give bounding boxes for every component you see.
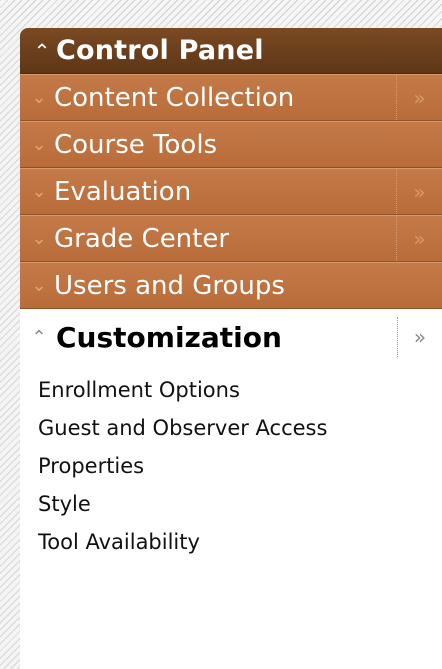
menu-item-label[interactable]: Users and Groups	[50, 271, 396, 301]
double-chevron-right-icon[interactable]: »	[396, 75, 442, 120]
menu-item-label[interactable]: Evaluation	[50, 177, 396, 207]
menu-item-spacer	[396, 122, 442, 167]
top-hatched-strip	[0, 0, 442, 22]
menu-item-users-and-groups[interactable]: ⌄ Users and Groups	[20, 262, 442, 309]
double-chevron-right-icon[interactable]: »	[397, 317, 442, 357]
link-style[interactable]: Style	[38, 485, 442, 523]
link-guest-and-observer-access[interactable]: Guest and Observer Access	[38, 409, 442, 447]
link-tool-availability[interactable]: Tool Availability	[38, 523, 442, 561]
customization-header[interactable]: ⌃ Customization »	[20, 309, 442, 365]
link-properties[interactable]: Properties	[38, 447, 442, 485]
double-chevron-up-icon[interactable]: ⌃	[28, 41, 56, 61]
customization-title[interactable]: Customization	[50, 321, 397, 354]
menu-item-course-tools[interactable]: ⌄ Course Tools	[20, 121, 442, 168]
double-chevron-down-icon[interactable]: ⌄	[28, 181, 50, 202]
customization-links: Enrollment Options Guest and Observer Ac…	[20, 365, 442, 561]
double-chevron-down-icon[interactable]: ⌄	[28, 87, 50, 108]
double-chevron-down-icon[interactable]: ⌄	[28, 134, 50, 155]
menu-item-spacer	[396, 263, 442, 308]
double-chevron-down-icon[interactable]: ⌄	[28, 228, 50, 249]
menu-item-label[interactable]: Course Tools	[50, 130, 396, 160]
double-chevron-right-icon[interactable]: »	[396, 216, 442, 261]
menu-item-evaluation[interactable]: ⌄ Evaluation »	[20, 168, 442, 215]
link-enrollment-options[interactable]: Enrollment Options	[38, 371, 442, 409]
double-chevron-down-icon[interactable]: ⌄	[28, 275, 50, 296]
control-panel-header[interactable]: ⌃ Control Panel	[20, 28, 442, 74]
double-chevron-up-icon[interactable]: ⌃	[28, 327, 50, 348]
control-panel-title: Control Panel	[56, 35, 264, 66]
menu-item-label[interactable]: Grade Center	[50, 224, 396, 254]
menu-item-grade-center[interactable]: ⌄ Grade Center »	[20, 215, 442, 262]
menu-item-label[interactable]: Content Collection	[50, 83, 396, 113]
control-panel: ⌃ Control Panel ⌄ Content Collection » ⌄…	[20, 28, 442, 669]
menu-item-content-collection[interactable]: ⌄ Content Collection »	[20, 74, 442, 121]
double-chevron-right-icon[interactable]: »	[396, 169, 442, 214]
